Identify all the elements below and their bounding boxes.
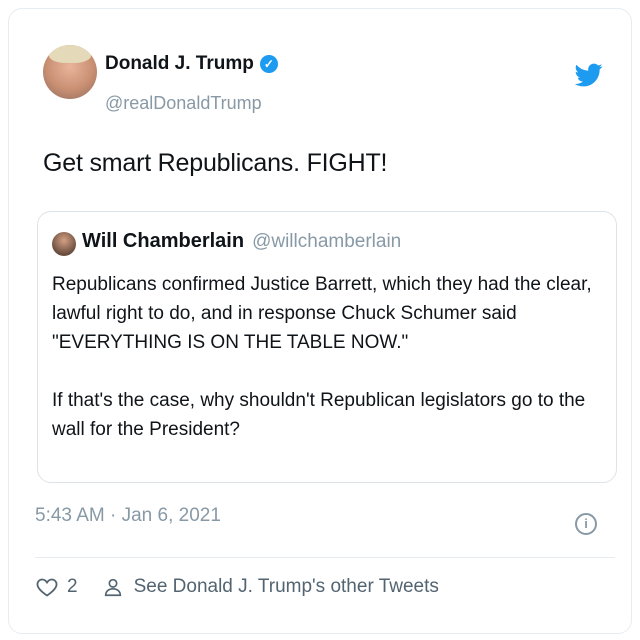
author-name[interactable]: Donald J. Trump — [105, 53, 254, 75]
quoted-author-handle: @willchamberlain — [252, 231, 402, 252]
like-count[interactable]: 2 — [67, 576, 78, 598]
quoted-tweet-text: Republicans confirmed Justice Barrett, w… — [52, 270, 600, 444]
quoted-paragraph: If that's the case, why shouldn't Republ… — [52, 390, 586, 440]
twitter-bird-icon[interactable] — [575, 61, 603, 89]
quoted-author-row: Will Chamberlain @willchamberlain — [82, 230, 401, 253]
person-icon[interactable] — [102, 576, 124, 598]
quoted-paragraph: Republicans confirmed Justice Barrett, w… — [52, 274, 592, 353]
divider — [35, 557, 615, 558]
author-avatar[interactable] — [43, 45, 97, 99]
avatar-hair — [49, 45, 91, 63]
tweet-timestamp[interactable]: 5:43 AM · Jan 6, 2021 — [35, 505, 221, 527]
author-handle[interactable]: @realDonaldTrump — [105, 93, 262, 114]
tweet-text: Get smart Republicans. FIGHT! — [43, 149, 388, 177]
quoted-author-avatar — [52, 232, 76, 256]
quoted-author-name: Will Chamberlain — [82, 230, 245, 252]
quoted-tweet[interactable]: Will Chamberlain @willchamberlain Republ… — [37, 211, 617, 483]
tweet-card: Donald J. Trump ✓ @realDonaldTrump Get s… — [8, 8, 632, 634]
author-name-row: Donald J. Trump ✓ — [105, 53, 278, 75]
tweet-actions: 2 See Donald J. Trump's other Tweets — [35, 575, 439, 599]
info-icon[interactable]: i — [575, 513, 597, 535]
verified-badge-icon: ✓ — [259, 55, 278, 73]
other-tweets-link[interactable]: See Donald J. Trump's other Tweets — [134, 576, 439, 598]
heart-icon[interactable] — [35, 575, 59, 599]
